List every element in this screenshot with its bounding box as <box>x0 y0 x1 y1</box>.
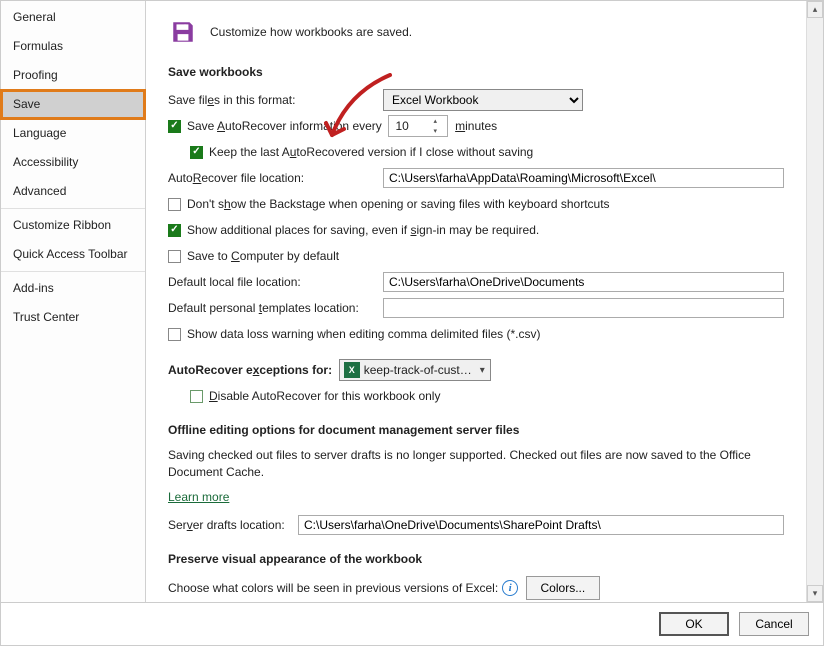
autorecover-minutes-spinner[interactable]: 10 ▴▾ <box>388 115 448 137</box>
offline-paragraph: Saving checked out files to server draft… <box>168 447 784 482</box>
show-dataloss-checkbox[interactable] <box>168 328 181 341</box>
section-save-workbooks: Save workbooks <box>168 65 784 79</box>
sidebar-item-label: Quick Access Toolbar <box>13 247 128 261</box>
sidebar-item-customize-ribbon[interactable]: Customize Ribbon <box>1 208 145 240</box>
sidebar-item-label: Advanced <box>13 184 66 198</box>
save-to-computer-checkbox[interactable] <box>168 250 181 263</box>
sidebar-item-language[interactable]: Language <box>1 119 145 148</box>
default-local-input[interactable] <box>383 272 784 292</box>
sidebar-item-label: Accessibility <box>13 155 78 169</box>
minutes-label: minutes <box>455 119 497 133</box>
sidebar-item-formulas[interactable]: Formulas <box>1 32 145 61</box>
default-local-label: Default local file location: <box>168 275 383 289</box>
panel-header: Customize how workbooks are saved. <box>168 17 784 47</box>
keep-last-checkbox[interactable] <box>190 146 203 159</box>
section-offline: Offline editing options for document man… <box>168 423 784 437</box>
ar-location-label: AutoRecover file location: <box>168 171 383 185</box>
ok-button[interactable]: OK <box>659 612 729 636</box>
scroll-up-button[interactable]: ▴ <box>807 1 823 18</box>
options-dialog: General Formulas Proofing Save Language … <box>0 0 824 646</box>
sidebar-item-quick-access-toolbar[interactable]: Quick Access Toolbar <box>1 240 145 269</box>
main-panel: Customize how workbooks are saved. Save … <box>146 1 823 602</box>
default-personal-label: Default personal templates location: <box>168 301 383 315</box>
keep-last-label: Keep the last AutoRecovered version if I… <box>209 145 533 159</box>
show-dataloss-label: Show data loss warning when editing comm… <box>187 327 541 341</box>
show-additional-checkbox[interactable] <box>168 224 181 237</box>
cancel-button[interactable]: Cancel <box>739 612 809 636</box>
autorecover-checkbox[interactable] <box>168 120 181 133</box>
ar-location-input[interactable] <box>383 168 784 188</box>
dont-show-backstage-label: Don't show the Backstage when opening or… <box>187 197 610 211</box>
show-additional-label: Show additional places for saving, even … <box>187 223 539 237</box>
sidebar-item-label: Add-ins <box>13 281 54 295</box>
sidebar-item-general[interactable]: General <box>1 3 145 32</box>
save-disk-icon <box>168 17 198 47</box>
default-personal-input[interactable] <box>383 298 784 318</box>
info-icon[interactable]: i <box>502 580 518 596</box>
autorecover-label: Save AutoRecover information every <box>187 119 382 133</box>
sidebar-item-label: Trust Center <box>13 310 79 324</box>
preserve-paragraph: Choose what colors will be seen in previ… <box>168 581 498 595</box>
dialog-footer: OK Cancel <box>1 603 823 645</box>
save-format-label: Save files in this format: <box>168 93 383 107</box>
save-to-computer-label: Save to Computer by default <box>187 249 339 263</box>
sidebar-item-trust-center[interactable]: Trust Center <box>1 303 145 332</box>
sidebar-item-proofing[interactable]: Proofing <box>1 61 145 90</box>
excel-file-icon: X <box>344 362 360 378</box>
sidebar-item-save[interactable]: Save <box>1 90 145 119</box>
sidebar-item-label: Formulas <box>13 39 63 53</box>
learn-more-link[interactable]: Learn more <box>168 490 229 504</box>
sidebar-item-label: General <box>13 10 56 24</box>
sidebar-item-label: Customize Ribbon <box>13 218 111 232</box>
server-drafts-input[interactable] <box>298 515 784 535</box>
sidebar-item-accessibility[interactable]: Accessibility <box>1 148 145 177</box>
ar-exceptions-combo[interactable]: X keep-track-of-cust… <box>339 359 491 381</box>
content-area: General Formulas Proofing Save Language … <box>1 1 823 603</box>
settings-panel: Customize how workbooks are saved. Save … <box>146 1 806 602</box>
ar-exceptions-label: AutoRecover exceptions for: <box>168 363 332 377</box>
panel-subtitle: Customize how workbooks are saved. <box>210 25 412 39</box>
disable-ar-label: Disable AutoRecover for this workbook on… <box>209 389 440 403</box>
sidebar-item-label: Save <box>13 97 40 111</box>
sidebar-item-label: Proofing <box>13 68 58 82</box>
sidebar-item-advanced[interactable]: Advanced <box>1 177 145 206</box>
colors-button[interactable]: Colors... <box>526 576 601 600</box>
sidebar: General Formulas Proofing Save Language … <box>1 1 146 602</box>
save-format-combo[interactable]: Excel Workbook <box>383 89 583 111</box>
sidebar-item-add-ins[interactable]: Add-ins <box>1 271 145 303</box>
sidebar-item-label: Language <box>13 126 66 140</box>
section-preserve: Preserve visual appearance of the workbo… <box>168 552 784 566</box>
vertical-scrollbar[interactable]: ▴ ▾ <box>806 1 823 602</box>
dont-show-backstage-checkbox[interactable] <box>168 198 181 211</box>
server-drafts-label: Server drafts location: <box>168 518 298 532</box>
scroll-down-button[interactable]: ▾ <box>807 585 823 602</box>
disable-ar-checkbox[interactable] <box>190 390 203 403</box>
